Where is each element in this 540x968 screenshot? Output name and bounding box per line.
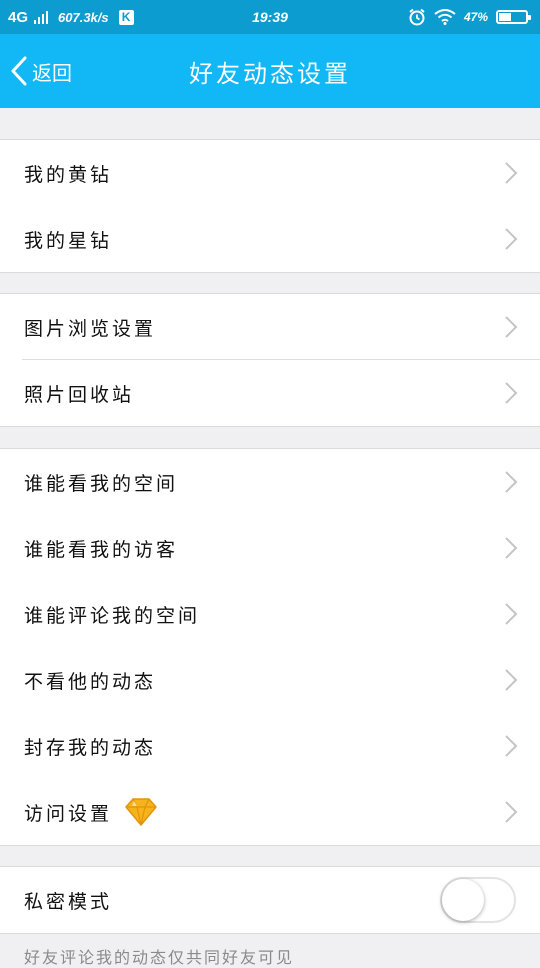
settings-group-privacy: 谁能看我的空间 谁能看我的访客 谁能评论我的空间 不看他的动态 封存我的动态 访… bbox=[0, 448, 540, 846]
row-star-diamond[interactable]: 我的星钻 bbox=[0, 206, 540, 272]
row-label: 谁能看我的空间 bbox=[24, 472, 179, 495]
settings-group-photos: 图片浏览设置 照片回收站 bbox=[0, 293, 540, 427]
battery-icon bbox=[496, 10, 531, 24]
row-label: 我的黄钻 bbox=[24, 163, 113, 186]
battery-percent: 47% bbox=[463, 10, 488, 24]
row-who-can-comment[interactable]: 谁能评论我的空间 bbox=[0, 581, 540, 647]
row-label: 图片浏览设置 bbox=[24, 317, 157, 340]
battery-fill bbox=[499, 13, 511, 21]
page-title: 好友动态设置 bbox=[189, 59, 351, 88]
chevron-right-icon bbox=[505, 801, 518, 823]
chevron-left-icon bbox=[11, 56, 27, 86]
settings-group-diamonds: 我的黄钻 我的星钻 bbox=[0, 139, 540, 273]
private-mode-toggle[interactable] bbox=[440, 877, 516, 923]
title-bar: 返回 好友动态设置 bbox=[0, 34, 540, 108]
chevron-right-icon bbox=[505, 471, 518, 493]
row-who-can-view-space[interactable]: 谁能看我的空间 bbox=[0, 449, 540, 515]
chevron-right-icon bbox=[505, 382, 518, 404]
row-private-mode: 私密模式 bbox=[0, 867, 540, 933]
row-who-can-view-visitors[interactable]: 谁能看我的访客 bbox=[0, 515, 540, 581]
row-label: 我的星钻 bbox=[24, 229, 113, 252]
row-label: 访问设置 bbox=[24, 802, 113, 825]
row-label: 封存我的动态 bbox=[24, 736, 157, 759]
chevron-right-icon bbox=[505, 316, 518, 338]
row-label: 谁能看我的访客 bbox=[24, 538, 179, 561]
yellow-diamond-icon bbox=[125, 798, 157, 826]
alarm-icon bbox=[409, 8, 425, 26]
row-photo-recycle-bin[interactable]: 照片回收站 bbox=[0, 360, 540, 426]
back-label: 返回 bbox=[32, 60, 72, 85]
row-label: 私密模式 bbox=[24, 890, 113, 913]
chevron-right-icon bbox=[505, 735, 518, 757]
row-yellow-diamond[interactable]: 我的黄钻 bbox=[0, 140, 540, 206]
row-image-browse-settings[interactable]: 图片浏览设置 bbox=[0, 294, 540, 360]
chevron-right-icon bbox=[505, 603, 518, 625]
row-label: 照片回收站 bbox=[24, 383, 135, 406]
row-hide-their-feed[interactable]: 不看他的动态 bbox=[0, 647, 540, 713]
row-label: 谁能评论我的空间 bbox=[24, 604, 201, 627]
chevron-right-icon bbox=[505, 228, 518, 250]
chevron-right-icon bbox=[505, 537, 518, 559]
row-archive-my-feed[interactable]: 封存我的动态 bbox=[0, 713, 540, 779]
status-bar: 4G 607.3k/s K 19:39 47% bbox=[0, 0, 540, 34]
status-right: 47% bbox=[408, 0, 531, 34]
chevron-right-icon bbox=[505, 162, 518, 184]
toggle-knob bbox=[442, 879, 484, 921]
row-access-settings[interactable]: 访问设置 bbox=[0, 779, 540, 845]
back-button[interactable]: 返回 bbox=[10, 34, 72, 108]
wifi-icon bbox=[434, 9, 456, 25]
settings-group-private-mode: 私密模式 bbox=[0, 866, 540, 934]
footer-note: 好友评论我的动态仅共同好友可见 bbox=[24, 948, 295, 967]
row-label: 不看他的动态 bbox=[24, 670, 157, 693]
chevron-right-icon bbox=[505, 669, 518, 691]
